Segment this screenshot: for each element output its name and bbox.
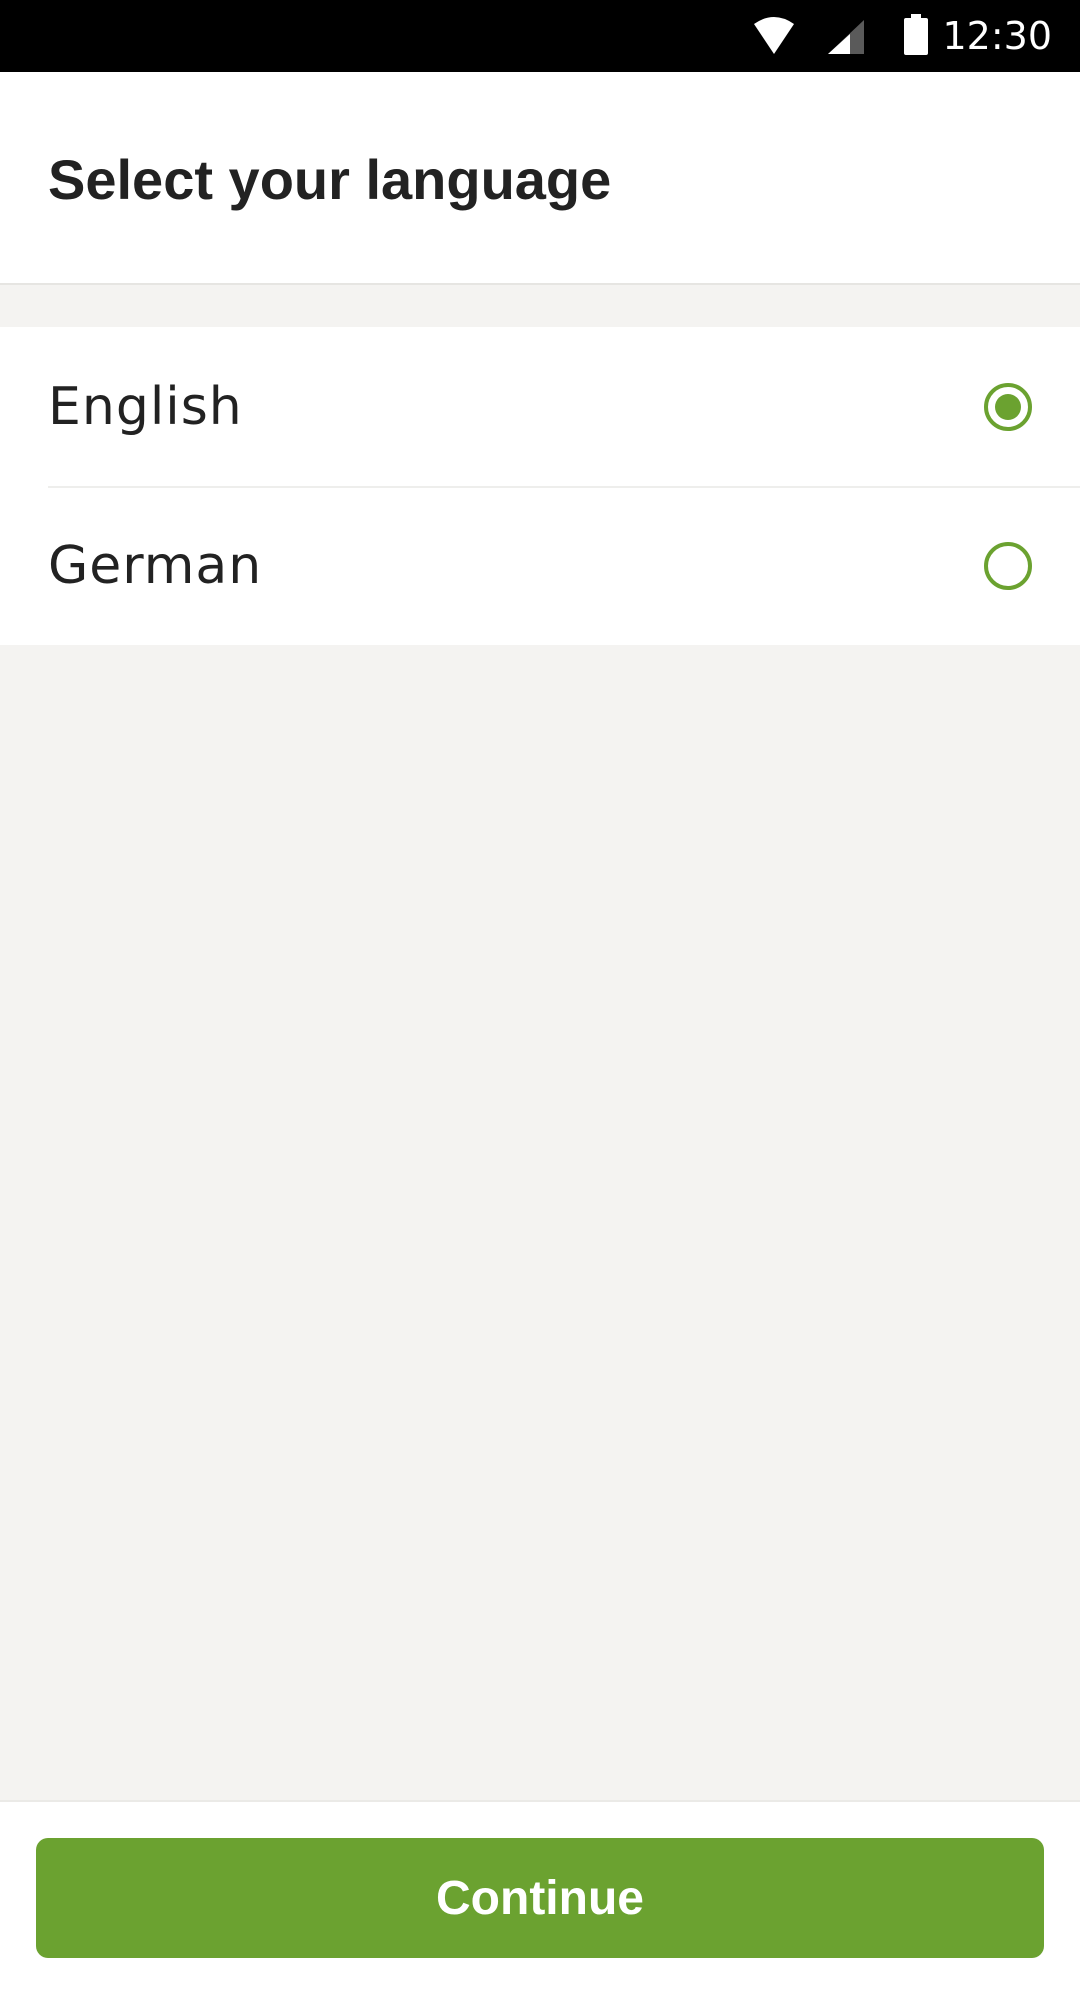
radio-selected-icon[interactable]: [984, 382, 1032, 431]
radio-unselected-icon[interactable]: [984, 541, 1032, 590]
cell-signal-icon: [826, 18, 866, 61]
status-clock: 12:30: [942, 14, 1052, 58]
continue-button[interactable]: Continue: [36, 1838, 1044, 1958]
page-title: Select your language: [48, 148, 612, 211]
language-option-english[interactable]: English: [0, 327, 1080, 486]
wifi-icon: [752, 16, 796, 61]
language-list: English German: [0, 327, 1080, 645]
language-label: English: [48, 376, 243, 437]
footer: Continue: [0, 1800, 1080, 1992]
status-bar: 12:30: [0, 0, 1080, 72]
header: Select your language: [0, 72, 1080, 285]
radio-dot: [995, 393, 1021, 420]
language-option-german[interactable]: German: [0, 486, 1080, 645]
language-label: German: [48, 535, 263, 596]
language-selection-screen: 12:30 Select your language English Germa…: [0, 0, 1080, 1992]
battery-icon: [903, 14, 929, 61]
